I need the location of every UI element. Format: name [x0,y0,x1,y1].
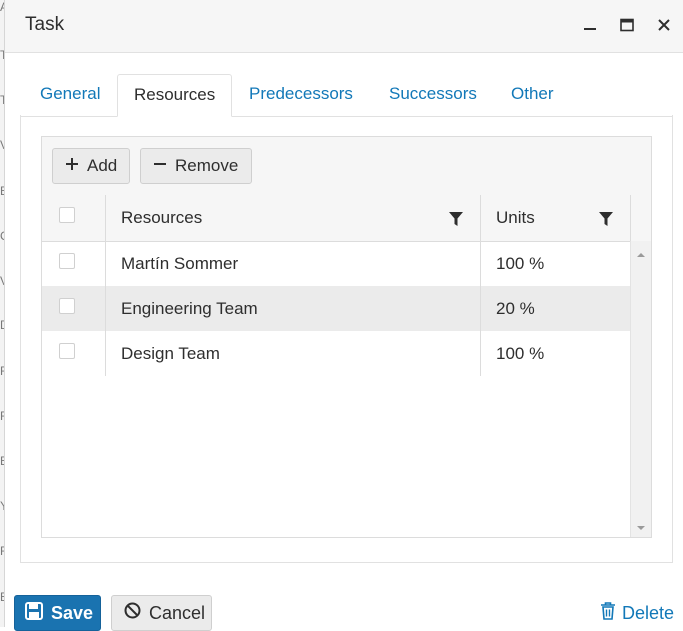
tab-successors[interactable]: Successors [373,74,493,115]
row-checkbox[interactable] [59,298,75,314]
table-row[interactable]: Design Team 100 % [42,331,630,376]
cancel-icon [124,602,141,624]
column-divider [480,241,481,286]
column-divider [105,286,106,331]
row-checkbox[interactable] [59,343,75,359]
save-icon [25,601,43,625]
remove-button-label: Remove [175,156,239,175]
plus-icon [65,156,79,176]
units-cell: 100 % [496,344,545,363]
resource-name-cell: Engineering Team [121,299,258,318]
table-row[interactable]: Martín Sommer 100 % [42,241,630,286]
tab-general[interactable]: General [24,74,116,115]
column-divider [630,195,631,241]
units-cell: 20 % [496,299,535,318]
delete-button[interactable]: Delete [600,595,678,631]
tab-resources[interactable]: Resources [117,74,233,117]
delete-button-label: Delete [622,602,675,623]
column-divider [480,286,481,331]
grid-toolbar: Add Remove [42,137,651,196]
units-column-header[interactable]: Units [496,195,535,241]
column-divider [105,241,106,286]
resources-column-header[interactable]: Resources [121,195,202,241]
add-button-label: Add [87,156,118,175]
table-row[interactable]: Engineering Team 20 % [42,286,630,331]
row-checkbox[interactable] [59,253,75,269]
units-filter-icon[interactable] [598,211,614,232]
dialog-title: Task [25,14,65,35]
column-divider [480,195,481,241]
scroll-down-arrow-icon[interactable] [636,519,646,537]
tab-predecessors[interactable]: Predecessors [233,74,369,115]
select-all-checkbox[interactable] [59,207,75,223]
units-cell: 100 % [496,254,545,273]
resources-filter-icon[interactable] [448,211,464,232]
resources-grid: Add Remove Resources Units Martín Sommer… [41,136,652,538]
cancel-button-label: Cancel [149,602,206,623]
column-divider [105,195,106,241]
close-icon[interactable] [653,14,675,36]
resource-name-cell: Martín Sommer [121,254,239,273]
tab-strip: General Resources Predecessors Successor… [20,74,673,117]
minus-icon [153,156,167,176]
trash-icon [600,601,616,625]
resource-name-cell: Design Team [121,344,220,363]
scroll-up-arrow-icon[interactable] [636,246,646,264]
minimize-icon[interactable] [579,14,601,36]
column-divider [105,331,106,376]
save-button[interactable]: Save [14,595,101,631]
dialog-titlebar: Task [5,0,683,53]
remove-button[interactable]: Remove [140,148,252,184]
column-divider [480,331,481,376]
add-button[interactable]: Add [52,148,130,184]
tab-other[interactable]: Other [495,74,570,115]
grid-scrollbar[interactable] [630,241,651,537]
grid-header: Resources Units [42,195,651,242]
save-button-label: Save [51,602,94,623]
cancel-button[interactable]: Cancel [111,595,212,631]
maximize-icon[interactable] [616,14,638,36]
